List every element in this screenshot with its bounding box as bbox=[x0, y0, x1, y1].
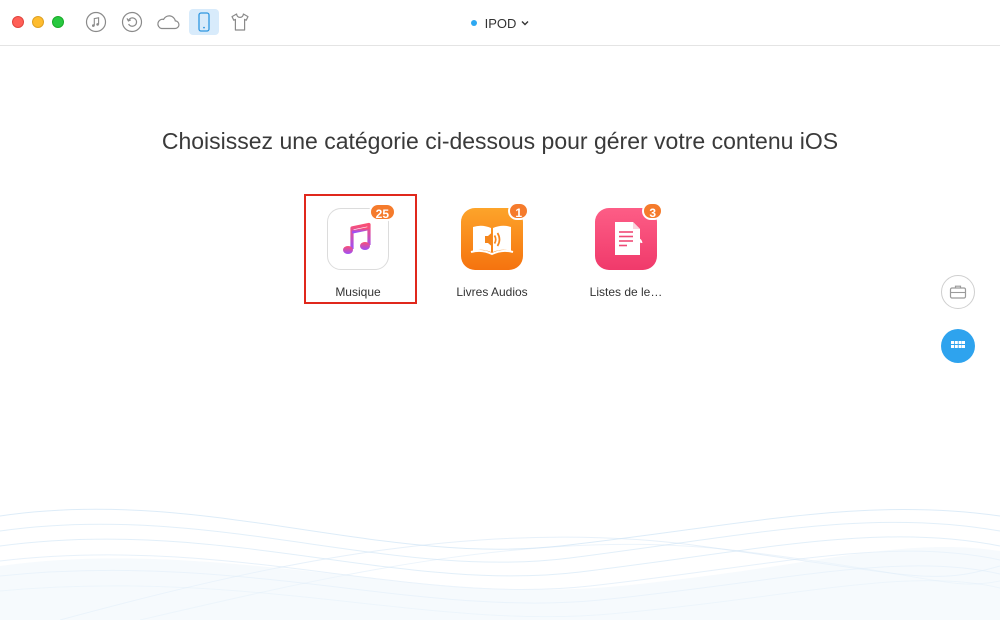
tshirt-icon bbox=[231, 13, 249, 31]
category-listes-de-lecture[interactable]: 3 Listes de le… bbox=[556, 196, 696, 299]
device-selector[interactable]: IPOD bbox=[470, 15, 530, 31]
categories-grid-button[interactable] bbox=[941, 329, 975, 363]
minimize-window-button[interactable] bbox=[32, 16, 44, 28]
restore-icon bbox=[121, 11, 143, 33]
device-name: IPOD bbox=[484, 15, 517, 31]
listes-count-badge: 3 bbox=[642, 202, 663, 220]
device-selector-area: IPOD bbox=[0, 14, 1000, 31]
connection-dot-icon bbox=[470, 20, 477, 26]
playlist-icon: 3 bbox=[595, 202, 663, 270]
page-headline: Choisissez une catégorie ci-dessous pour… bbox=[161, 128, 839, 154]
toolbox-icon bbox=[949, 285, 967, 299]
category-musique[interactable]: 25 Musique bbox=[288, 196, 428, 299]
device-toolbar-button[interactable] bbox=[189, 9, 219, 35]
close-window-button[interactable] bbox=[12, 16, 24, 28]
phone-icon bbox=[198, 12, 210, 32]
toolkit-toolbar-button[interactable] bbox=[225, 9, 255, 35]
zoom-window-button[interactable] bbox=[52, 16, 64, 28]
audiobook-icon: 1 bbox=[461, 202, 529, 270]
music-toolbar-button[interactable] bbox=[81, 9, 111, 35]
icloud-toolbar-button[interactable] bbox=[153, 9, 183, 35]
chevron-down-icon bbox=[521, 21, 529, 26]
category-label: Listes de le… bbox=[589, 285, 663, 299]
grid-icon bbox=[951, 341, 965, 348]
category-label: Livres Audios bbox=[456, 285, 528, 299]
category-label: Musique bbox=[335, 285, 381, 299]
main-content: Choisissez une catégorie ci-dessous pour… bbox=[0, 46, 1000, 620]
backup-toolbar-button[interactable] bbox=[117, 9, 147, 35]
music-note-icon bbox=[85, 11, 107, 33]
livres-audios-count-badge: 1 bbox=[508, 202, 529, 220]
category-livres-audios[interactable]: 1 Livres Audios bbox=[422, 196, 562, 299]
musique-count-badge: 25 bbox=[368, 203, 396, 221]
music-app-icon: 25 bbox=[327, 203, 396, 270]
toolbox-button[interactable] bbox=[941, 275, 975, 309]
cloud-icon bbox=[157, 15, 180, 30]
title-bar: IPOD bbox=[0, 0, 1000, 46]
